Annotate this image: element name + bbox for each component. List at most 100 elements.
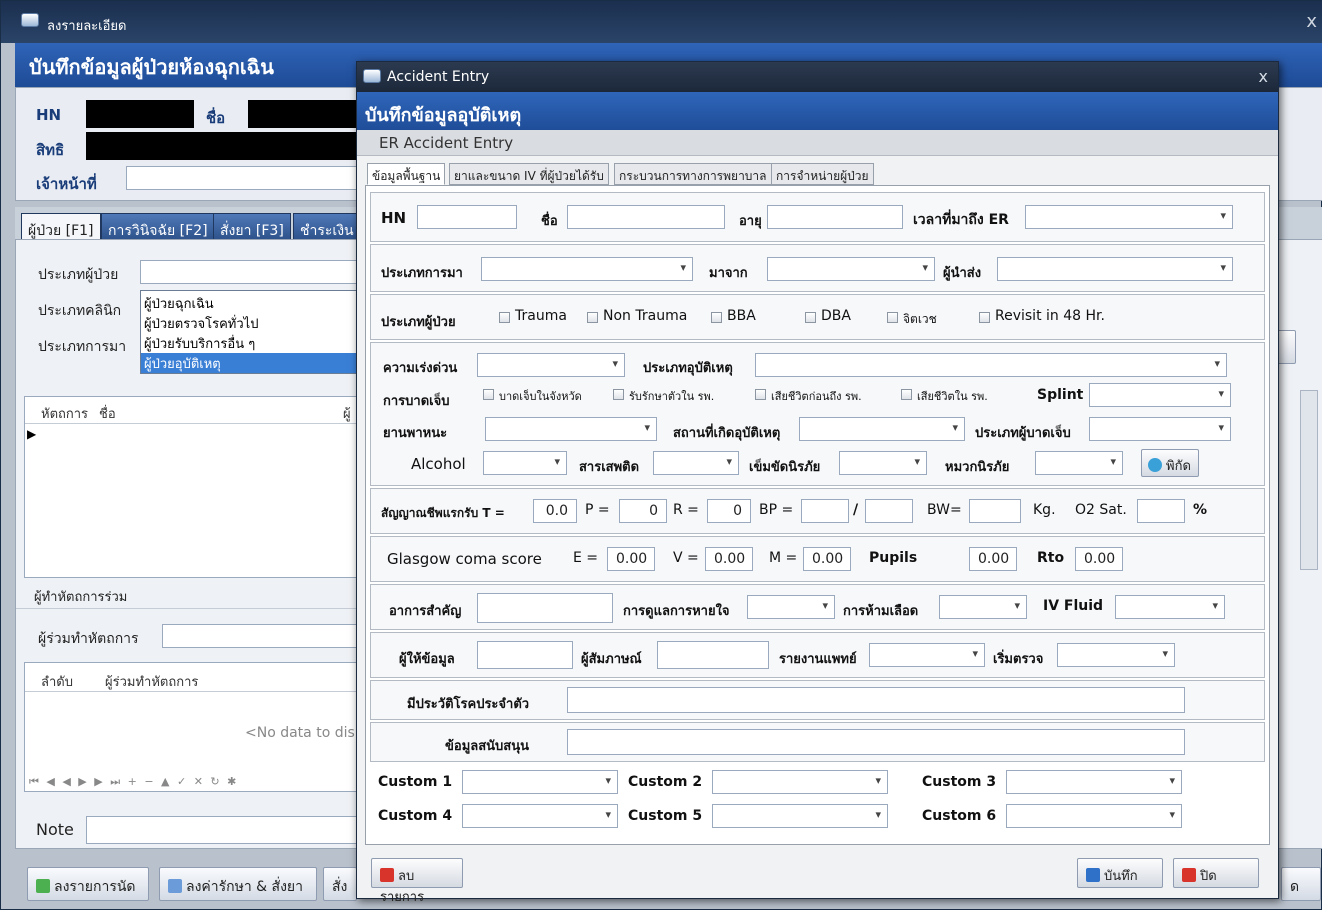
- tab-discharge[interactable]: การจำหน่ายผู้ป่วย: [771, 163, 874, 185]
- dba-checkbox[interactable]: [805, 312, 816, 323]
- custom-4-select[interactable]: [462, 804, 618, 828]
- history-input[interactable]: [567, 687, 1185, 713]
- background-scrollbar[interactable]: [1300, 390, 1318, 570]
- arrival-time-select[interactable]: [1025, 205, 1233, 229]
- co-procedure-input[interactable]: [162, 624, 358, 648]
- rto-input[interactable]: 0.00: [1075, 547, 1123, 571]
- arrival-type-label: ประเภทการมา: [38, 339, 127, 355]
- treatment-button[interactable]: ลงค่ารักษา & สั่งยา: [159, 867, 317, 901]
- custom-5-select[interactable]: [712, 804, 888, 828]
- arrival-type-select[interactable]: [481, 257, 693, 281]
- appointment-button[interactable]: ลงรายการนัด: [27, 867, 149, 901]
- close-button[interactable]: ปิด: [1173, 858, 1259, 888]
- trauma-checkbox[interactable]: [499, 312, 510, 323]
- save-button[interactable]: บันทึก: [1077, 858, 1163, 888]
- bba-checkbox[interactable]: [711, 312, 722, 323]
- helmet-select[interactable]: [1035, 451, 1123, 475]
- grid-divider: [25, 691, 361, 692]
- dropdown-option-selected[interactable]: ผู้ป่วยอุบัติเหตุ: [141, 353, 357, 373]
- dead-in-hospital-label: เสียชีวิตใน รพ.: [917, 390, 988, 403]
- order-button[interactable]: สั่ง: [323, 867, 357, 901]
- temperature-input[interactable]: 0.0: [533, 499, 577, 523]
- custom-6-select[interactable]: [1006, 804, 1182, 828]
- coordinate-button[interactable]: พิกัด: [1141, 449, 1199, 477]
- tab-nursing-process[interactable]: กระบวนการทางการพยาบาล: [614, 163, 772, 185]
- urgency-select[interactable]: [477, 353, 625, 377]
- interviewer-input[interactable]: [657, 641, 769, 669]
- sender-select[interactable]: [997, 257, 1233, 281]
- urgency-label: ความเร่งด่วน: [383, 361, 458, 376]
- tab-basic-info[interactable]: ข้อมูลพื้นฐาน: [367, 163, 446, 185]
- dead-before-label: เสียชีวิตก่อนถึง รพ.: [771, 390, 862, 403]
- injury-province-checkbox[interactable]: [483, 389, 494, 400]
- bw-label: BW=: [927, 502, 962, 518]
- grid-header: หัตถการ: [41, 407, 89, 422]
- alcohol-select[interactable]: [483, 451, 567, 475]
- symptom-section: อาการสำคัญ การดูแลการหายใจ การห้ามเลือด …: [370, 584, 1265, 630]
- procedure-grid: หัตถการ ชื่อ ผู้ ▶: [24, 396, 362, 578]
- appointment-button-label: ลงรายการนัด: [54, 879, 136, 895]
- patient-type-select[interactable]: [140, 260, 358, 284]
- revisit-checkbox[interactable]: [979, 312, 990, 323]
- staff-input[interactable]: [126, 166, 368, 190]
- close-icon: [1182, 868, 1196, 882]
- iv-fluid-select[interactable]: [1115, 595, 1225, 619]
- from-label: มาจาก: [709, 266, 748, 281]
- report-doctor-select[interactable]: [869, 643, 985, 667]
- accident-type-select[interactable]: [755, 353, 1227, 377]
- close-button-label: ปิด: [1200, 869, 1217, 884]
- hn-input[interactable]: [417, 205, 517, 229]
- drug-select[interactable]: [653, 451, 739, 475]
- resp-input[interactable]: 0: [707, 499, 751, 523]
- pulse-input[interactable]: 0: [619, 499, 667, 523]
- dropdown-option[interactable]: ผู้ป่วยรับบริการอื่น ๆ: [144, 333, 255, 354]
- splint-select[interactable]: [1089, 383, 1231, 407]
- bleeding-select[interactable]: [939, 595, 1027, 619]
- custom-3-select[interactable]: [1006, 770, 1182, 794]
- admitted-checkbox[interactable]: [613, 389, 624, 400]
- belt-label: เข็มขัดนิรภัย: [749, 460, 821, 475]
- note-input[interactable]: [86, 816, 358, 844]
- tab-iv-drugs[interactable]: ยาและขนาด IV ที่ผู้ป่วยได้รับ: [449, 163, 609, 185]
- informant-input[interactable]: [477, 641, 573, 669]
- grid-navigator[interactable]: ⏮ ◀ ◀ ▶ ▶ ⏭ + − ▲ ✓ ✕ ↻ ✱: [29, 775, 238, 789]
- non-trauma-checkbox[interactable]: [587, 312, 598, 323]
- bp-systolic-input[interactable]: [801, 499, 849, 523]
- gcs-v-input[interactable]: 0.00: [705, 547, 753, 571]
- age-input[interactable]: [767, 205, 903, 229]
- dialog-close-icon[interactable]: x: [1259, 67, 1268, 86]
- dead-in-hospital-checkbox[interactable]: [901, 389, 912, 400]
- vehicle-select[interactable]: [485, 417, 657, 441]
- app-icon: [21, 13, 39, 27]
- bw-input[interactable]: [969, 499, 1021, 523]
- gcs-m-input[interactable]: 0.00: [803, 547, 851, 571]
- dead-before-checkbox[interactable]: [755, 389, 766, 400]
- background-close-icon[interactable]: x: [1306, 11, 1317, 32]
- sender-label: ผู้นำส่ง: [943, 266, 982, 281]
- pupils-input[interactable]: 0.00: [969, 547, 1017, 571]
- gcs-label: Glasgow coma score: [387, 550, 542, 568]
- vehicle-label: ยานพาหนะ: [383, 426, 448, 441]
- background-close-button[interactable]: ด: [1281, 867, 1321, 901]
- dba-label: DBA: [821, 308, 851, 324]
- airway-select[interactable]: [747, 595, 835, 619]
- gcs-e-input[interactable]: 0.00: [607, 547, 655, 571]
- start-exam-select[interactable]: [1057, 643, 1175, 667]
- bp-diastolic-input[interactable]: [865, 499, 913, 523]
- from-select[interactable]: [767, 257, 935, 281]
- support-section: ข้อมูลสนับสนุน: [370, 722, 1265, 762]
- dropdown-option[interactable]: ผู้ป่วยตรวจโรคทั่วไป: [144, 313, 258, 334]
- psych-checkbox[interactable]: [887, 312, 898, 323]
- symptom-input[interactable]: [477, 593, 613, 623]
- o2-input[interactable]: [1137, 499, 1185, 523]
- injured-type-select[interactable]: [1089, 417, 1231, 441]
- support-input[interactable]: [567, 729, 1185, 755]
- delete-button[interactable]: ลบรายการ: [371, 858, 463, 905]
- custom-2-select[interactable]: [712, 770, 888, 794]
- place-select[interactable]: [799, 417, 965, 441]
- rto-label: Rto: [1037, 550, 1065, 566]
- name-input[interactable]: [567, 205, 725, 229]
- dropdown-option[interactable]: ผู้ป่วยฉุกเฉิน: [144, 293, 214, 314]
- belt-select[interactable]: [839, 451, 927, 475]
- custom-1-select[interactable]: [462, 770, 618, 794]
